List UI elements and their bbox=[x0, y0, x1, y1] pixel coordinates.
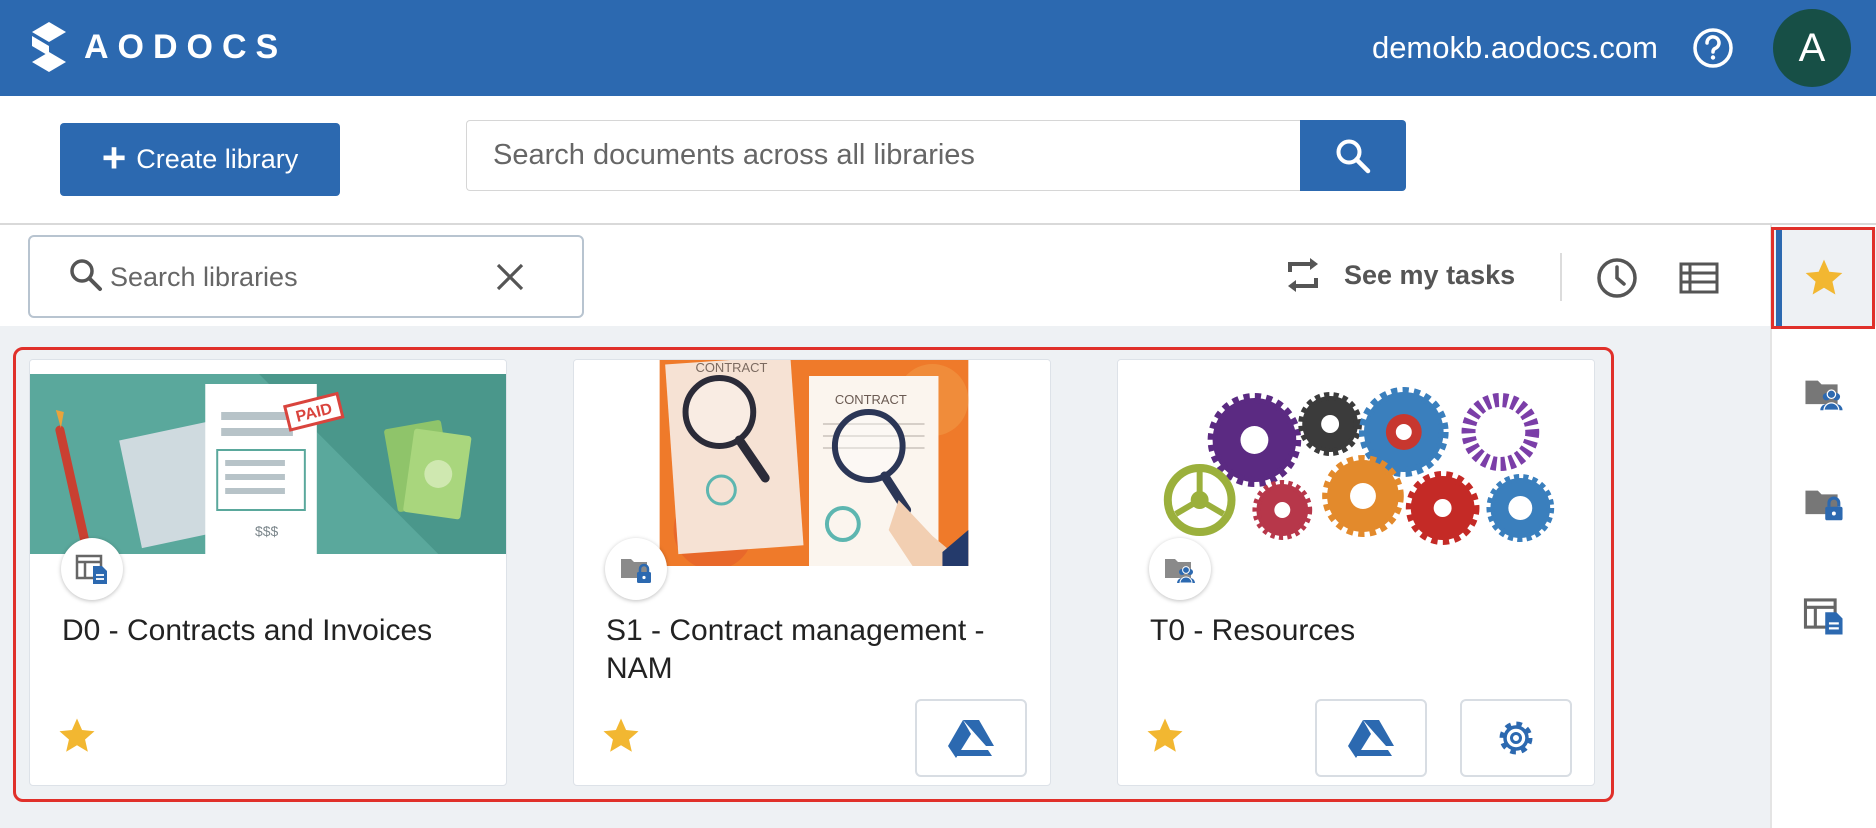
library-settings-button[interactable] bbox=[1460, 699, 1572, 777]
search-icon bbox=[70, 259, 102, 291]
contract-label-2: CONTRACT bbox=[835, 392, 907, 407]
library-banner-image: CONTRACT CONTRACT bbox=[574, 360, 1050, 566]
global-search-input[interactable] bbox=[467, 121, 1300, 190]
library-search-input[interactable] bbox=[110, 251, 490, 303]
list-view-icon[interactable] bbox=[1679, 262, 1719, 294]
favorite-star-icon[interactable] bbox=[56, 715, 98, 757]
team-folder-icon bbox=[1165, 559, 1195, 584]
favorite-star-icon[interactable] bbox=[600, 715, 642, 757]
contract-label-1: CONTRACT bbox=[695, 360, 767, 375]
global-search-field[interactable] bbox=[466, 120, 1300, 191]
team-folder-icon bbox=[1805, 380, 1843, 411]
library-type-badge bbox=[605, 538, 667, 600]
open-in-drive-button[interactable] bbox=[915, 699, 1027, 777]
library-title[interactable]: S1 - Contract management - NAM bbox=[606, 612, 1026, 688]
aodocs-logo[interactable]: AODOCS bbox=[32, 22, 287, 72]
clock-icon[interactable] bbox=[1595, 256, 1639, 300]
gear-icon bbox=[1499, 721, 1533, 755]
logo-text: AODOCS bbox=[84, 27, 288, 66]
library-type-badge bbox=[61, 538, 123, 600]
document-library-icon bbox=[1803, 598, 1843, 635]
create-library-button[interactable]: + Create library bbox=[60, 123, 340, 196]
rail-item-document-libraries[interactable] bbox=[1772, 568, 1876, 664]
rail-favorites-highlight bbox=[1771, 227, 1875, 329]
search-icon bbox=[1336, 139, 1371, 173]
document-library-icon bbox=[75, 554, 107, 584]
library-card[interactable]: T0 - Resources bbox=[1117, 359, 1595, 786]
library-banner-image bbox=[1118, 360, 1594, 566]
library-title[interactable]: D0 - Contracts and Invoices bbox=[62, 612, 482, 650]
google-drive-icon bbox=[1348, 720, 1394, 758]
favorite-star-icon[interactable] bbox=[1144, 715, 1186, 757]
library-banner-image: PAID $$$ bbox=[30, 360, 506, 559]
create-library-label: Create library bbox=[136, 144, 299, 174]
library-type-badge bbox=[1149, 538, 1211, 600]
toolbar-divider bbox=[1560, 253, 1562, 301]
google-drive-icon bbox=[948, 720, 994, 758]
domain-label: demokb.aodocs.com bbox=[1371, 30, 1658, 65]
library-card[interactable]: PAID $$$ D0 - Contracts and Invoices bbox=[29, 359, 507, 786]
library-search-box[interactable] bbox=[28, 235, 584, 318]
plus-icon: + bbox=[101, 133, 127, 181]
secured-folder-icon bbox=[1805, 490, 1843, 521]
tasks-sync-icon bbox=[1288, 258, 1318, 292]
help-circle-icon[interactable] bbox=[1692, 27, 1734, 69]
close-icon[interactable] bbox=[494, 261, 526, 293]
avatar[interactable]: A bbox=[1773, 9, 1851, 87]
secured-folder-icon bbox=[621, 559, 651, 583]
aodocs-logo-icon bbox=[32, 22, 66, 72]
open-in-drive-button[interactable] bbox=[1315, 699, 1427, 777]
global-search-button[interactable] bbox=[1300, 120, 1406, 191]
see-my-tasks-label: See my tasks bbox=[1344, 259, 1516, 290]
top-bar: AODOCS demokb.aodocs.com A bbox=[0, 0, 1876, 96]
rail-item-team-folders[interactable] bbox=[1772, 345, 1876, 441]
amount-text: $$$ bbox=[255, 523, 278, 539]
library-title[interactable]: T0 - Resources bbox=[1150, 612, 1570, 650]
library-card[interactable]: CONTRACT CONTRACT S1 - Contract manageme… bbox=[573, 359, 1051, 786]
see-my-tasks-button[interactable]: See my tasks bbox=[1286, 256, 1515, 294]
rail-item-secured-folders[interactable] bbox=[1772, 455, 1876, 551]
